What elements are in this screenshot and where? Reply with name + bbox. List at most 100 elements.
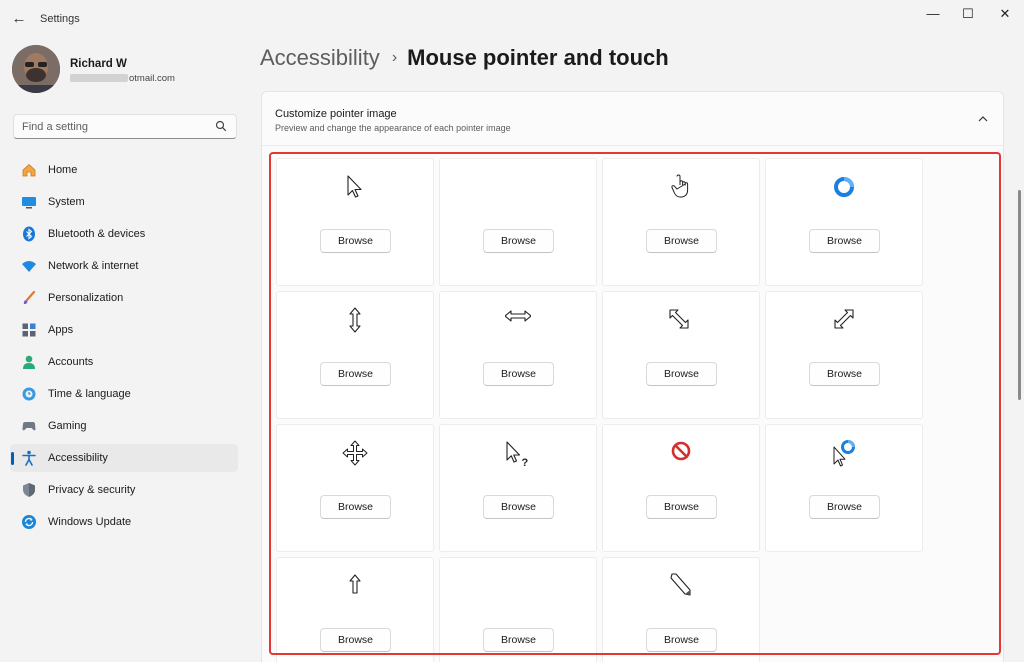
sidebar-nav: Home System Bluetooth & devices Network … [10, 156, 238, 540]
diagonal-resize-2-cursor-icon [831, 306, 857, 334]
chevron-up-icon[interactable] [975, 111, 991, 127]
sidebar-item-label: System [48, 196, 85, 208]
close-button[interactable]: ✕ [990, 4, 1020, 24]
sidebar-item-privacy[interactable]: Privacy & security [10, 476, 238, 504]
browse-button[interactable]: Browse [809, 495, 880, 519]
sidebar-item-bluetooth[interactable]: Bluetooth & devices [10, 220, 238, 248]
brush-icon [23, 290, 36, 305]
pointer-cell: Browse [765, 158, 923, 286]
sidebar-item-system[interactable]: System [10, 188, 238, 216]
maximize-button[interactable]: ☐ [953, 4, 983, 24]
sidebar-item-accounts[interactable]: Accounts [10, 348, 238, 376]
pointer-cell: Browse [602, 291, 760, 419]
sidebar-item-label: Network & internet [48, 260, 139, 272]
pointer-cell: Browse [439, 557, 597, 662]
sidebar-item-accessibility[interactable]: Accessibility [10, 444, 238, 472]
redacted-email-blur [70, 74, 128, 83]
svg-text:?: ? [522, 457, 529, 467]
pointer-cell: Browse [276, 158, 434, 286]
sidebar-item-personalization[interactable]: Personalization [10, 284, 238, 312]
bluetooth-icon [23, 226, 35, 242]
pointer-cell: ? Browse [439, 424, 597, 552]
browse-button[interactable]: Browse [646, 229, 717, 253]
browse-button[interactable]: Browse [320, 362, 391, 386]
sidebar-item-time-language[interactable]: Time & language [10, 380, 238, 408]
shield-icon [23, 483, 35, 497]
sidebar-item-label: Apps [48, 324, 74, 336]
blank-cursor-icon [505, 173, 531, 201]
diagonal-resize-1-cursor-icon [668, 306, 694, 334]
busy-spinner-cursor-icon [831, 173, 857, 201]
browse-button[interactable]: Browse [320, 229, 391, 253]
pointer-cell: Browse [276, 557, 434, 662]
app-title: Settings [40, 13, 80, 25]
title-bar: ← Settings — ☐ ✕ [0, 0, 1024, 40]
apps-icon [22, 323, 36, 337]
browse-button[interactable]: Browse [646, 362, 717, 386]
card-subtitle: Preview and change the appearance of eac… [275, 123, 511, 133]
browse-button[interactable]: Browse [483, 229, 554, 253]
sidebar-item-label: Accessibility [48, 452, 108, 464]
update-icon [22, 515, 36, 529]
pointer-cell: Browse [765, 424, 923, 552]
browse-button[interactable]: Browse [483, 362, 554, 386]
sidebar-item-gaming[interactable]: Gaming [10, 412, 238, 440]
browse-button[interactable]: Browse [646, 495, 717, 519]
browse-button[interactable]: Browse [483, 495, 554, 519]
search-input[interactable]: Find a setting [13, 114, 237, 139]
system-icon [22, 197, 36, 209]
browse-button[interactable]: Browse [646, 628, 717, 652]
user-email: otmail.com [70, 73, 175, 84]
browse-button[interactable]: Browse [483, 628, 554, 652]
sidebar-item-apps[interactable]: Apps [10, 316, 238, 344]
back-arrow-icon[interactable]: ← [8, 8, 30, 30]
browse-button[interactable]: Browse [809, 229, 880, 253]
sidebar-item-network[interactable]: Network & internet [10, 252, 238, 280]
normal-select-cursor-icon [342, 173, 368, 201]
user-email-suffix: otmail.com [129, 73, 175, 84]
pointer-cell: Browse [765, 291, 923, 419]
sidebar-item-home[interactable]: Home [10, 156, 238, 184]
user-name: Richard W [70, 58, 127, 70]
sidebar-item-label: Time & language [48, 388, 131, 400]
pointer-cell: Browse [602, 424, 760, 552]
sidebar-item-label: Privacy & security [48, 484, 136, 496]
avatar[interactable] [12, 45, 60, 93]
minimize-button[interactable]: — [918, 4, 948, 24]
sidebar-item-label: Accounts [48, 356, 94, 368]
browse-button[interactable]: Browse [320, 628, 391, 652]
scrollbar[interactable] [1018, 190, 1021, 400]
pointer-cell: Browse [602, 158, 760, 286]
page-title: Mouse pointer and touch [407, 45, 669, 70]
pointer-cell: Browse [602, 557, 760, 662]
help-select-cursor-icon: ? [505, 439, 531, 469]
pointer-cell: Browse [439, 291, 597, 419]
card-header[interactable]: Customize pointer image Preview and chan… [262, 92, 1003, 146]
breadcrumb-separator-icon: › [391, 49, 398, 66]
sidebar-item-label: Bluetooth & devices [48, 228, 146, 240]
sidebar-item-label: Gaming [48, 420, 87, 432]
home-icon [22, 163, 36, 177]
gamepad-icon [22, 422, 36, 431]
handwriting-pen-cursor-icon [668, 572, 694, 600]
sidebar-item-label: Windows Update [48, 516, 132, 528]
alternate-select-cursor-icon [342, 572, 368, 600]
pointer-cell: Browse [276, 291, 434, 419]
accessibility-icon [22, 450, 36, 466]
sidebar-item-label: Personalization [48, 292, 124, 304]
browse-button[interactable]: Browse [320, 495, 391, 519]
sidebar-item-windows-update[interactable]: Windows Update [10, 508, 238, 536]
breadcrumb-parent-link[interactable]: Accessibility [260, 45, 380, 70]
pointer-cell: Browse [276, 424, 434, 552]
card-title: Customize pointer image [275, 108, 397, 120]
accounts-icon [23, 355, 35, 369]
vertical-resize-cursor-icon [342, 306, 368, 334]
working-in-background-cursor-icon [831, 439, 857, 467]
pointer-cell: Browse [439, 158, 597, 286]
wifi-icon [22, 261, 36, 272]
horizontal-resize-cursor-icon [504, 306, 532, 334]
move-cursor-icon [342, 439, 368, 467]
sidebar-item-label: Home [48, 164, 78, 176]
browse-button[interactable]: Browse [809, 362, 880, 386]
link-select-hand-cursor-icon [668, 173, 694, 201]
